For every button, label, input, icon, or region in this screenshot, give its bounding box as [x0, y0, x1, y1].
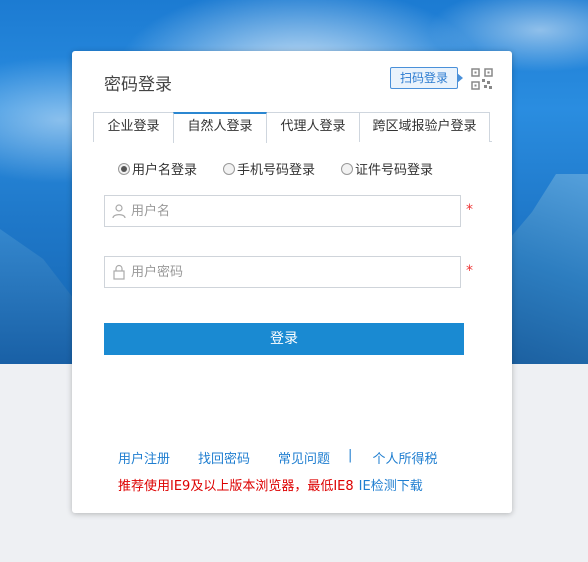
required-mark: *: [466, 202, 473, 218]
radio-label: 证件号码登录: [355, 163, 434, 178]
footer-links: 用户注册 找回密码 常见问题 | 个人所得税: [118, 448, 437, 467]
tab-agent[interactable]: 代理人登录: [266, 112, 360, 142]
radio-phone[interactable]: 手机号码登录: [223, 159, 315, 178]
password-input[interactable]: [131, 258, 460, 286]
register-link[interactable]: 用户注册: [118, 448, 170, 467]
browser-notice: 推荐使用IE9及以上版本浏览器，最低IE8 IE检测下载: [118, 475, 423, 494]
browser-notice-text: 推荐使用IE9及以上版本浏览器，最低IE8: [118, 479, 354, 494]
qr-login-button[interactable]: 扫码登录: [390, 67, 464, 89]
required-mark: *: [466, 263, 473, 279]
mountain-image: [0, 229, 72, 364]
income-tax-link[interactable]: 个人所得税: [372, 448, 437, 467]
username-field[interactable]: [104, 195, 461, 227]
great-wall-image: [508, 174, 588, 364]
lock-icon: [113, 264, 125, 280]
login-button[interactable]: 登录: [104, 323, 464, 355]
page-title: 密码登录: [104, 75, 172, 95]
username-input[interactable]: [131, 197, 460, 225]
ie-check-download-link[interactable]: IE检测下载: [359, 479, 423, 494]
qr-code-icon[interactable]: [470, 67, 494, 91]
radio-unchecked-icon[interactable]: [341, 162, 354, 175]
radio-checked-icon[interactable]: [118, 162, 130, 175]
login-method-radios: 用户名登录 手机号码登录 证件号码登录: [118, 159, 459, 178]
radio-label: 用户名登录: [132, 163, 198, 178]
user-icon: [112, 204, 126, 219]
recover-password-link[interactable]: 找回密码: [198, 448, 250, 467]
faq-link[interactable]: 常见问题: [278, 448, 330, 467]
login-type-tabs: 企业登录 自然人登录 代理人登录 跨区域报验户登录: [93, 112, 492, 143]
tab-enterprise[interactable]: 企业登录: [93, 112, 174, 142]
radio-id-number[interactable]: 证件号码登录: [341, 159, 433, 178]
tab-cross-region[interactable]: 跨区域报验户登录: [359, 112, 490, 142]
password-field[interactable]: [104, 256, 461, 288]
radio-unchecked-icon[interactable]: [223, 162, 236, 175]
tab-individual[interactable]: 自然人登录: [173, 112, 267, 143]
link-separator: |: [348, 448, 353, 463]
login-card: 密码登录 扫码登录 企业登录 自然人登录 代理人登录 跨区域报验户登录 用户名登…: [72, 51, 512, 513]
radio-label: 手机号码登录: [237, 163, 316, 178]
radio-username[interactable]: 用户名登录: [118, 159, 197, 178]
